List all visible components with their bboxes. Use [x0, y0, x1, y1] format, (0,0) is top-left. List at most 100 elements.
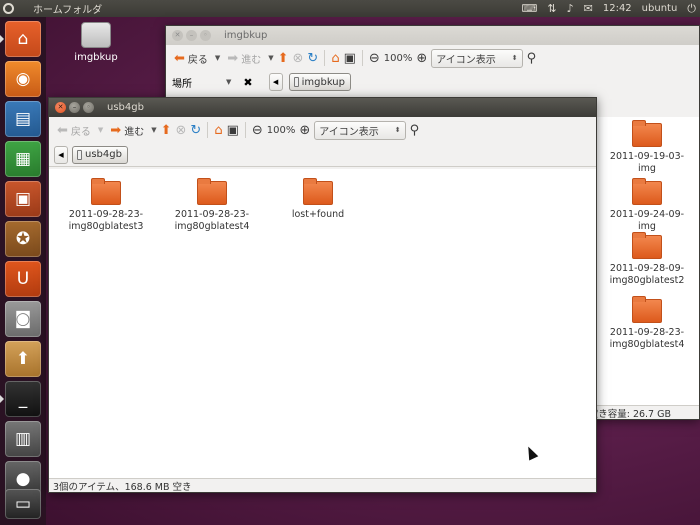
folder-item[interactable]: 2011-09-28-23- img80gblatest3 — [61, 178, 151, 233]
launcher-writer-icon[interactable]: ▤ — [5, 101, 41, 137]
folder-icon — [303, 178, 333, 205]
launcher-firefox-icon[interactable]: ◉ — [5, 61, 41, 97]
ubuntu-logo-icon[interactable] — [0, 0, 17, 17]
path-bar: ◀ usb4gb — [49, 143, 596, 167]
home-icon[interactable]: ⌂ — [214, 124, 222, 137]
places-select[interactable]: 場所 ▼ — [172, 75, 231, 90]
close-button[interactable]: ✕ — [172, 30, 183, 41]
titlebar[interactable]: ✕ – ◦ imgbkup — [166, 26, 699, 45]
zoom-in-icon[interactable]: ⊕ — [416, 52, 427, 65]
active-app-title: ホームフォルダ — [33, 5, 103, 16]
minimize-button[interactable]: – — [69, 102, 80, 113]
separator — [244, 122, 246, 138]
launcher: ⌂ ◉ ▤ ▦ ▣ ✪ U ◙ ⬆ _ ▥ ● ▭ — [0, 17, 46, 525]
folder-icon — [632, 120, 662, 147]
computer-icon[interactable]: ▣ — [227, 124, 239, 137]
launcher-terminal-icon[interactable]: _ — [5, 381, 41, 417]
places-bar: 場所 ▼ ✖ ◀ imgbkup — [166, 71, 699, 93]
launcher-impress-icon[interactable]: ▣ — [5, 181, 41, 217]
volume-icon[interactable]: ♪ — [567, 2, 574, 15]
file-view[interactable]: 2011-09-28-23- img80gblatest3 2011-09-28… — [49, 169, 596, 478]
folder-label-line1: 2011-09-28-23- — [68, 209, 144, 220]
search-icon[interactable]: ⚲ — [410, 124, 420, 137]
statusbar: 3個のアイテム、168.6 MB 空き — [49, 478, 596, 493]
forward-history-dropdown[interactable]: ▼ — [268, 54, 273, 62]
launcher-workspace-switcher-icon[interactable]: ▥ — [5, 421, 41, 457]
back-button[interactable]: ⬅ 戻る — [171, 47, 211, 69]
view-mode-value: アイコン表示 — [436, 54, 496, 66]
user-menu[interactable]: ubuntu — [642, 3, 678, 14]
reload-icon[interactable]: ↻ — [190, 124, 201, 137]
folder-item[interactable]: 2011-09-19-03-img — [602, 120, 692, 175]
forward-history-dropdown[interactable]: ▼ — [151, 126, 156, 134]
back-label: 戻る — [187, 54, 208, 66]
zoom-out-icon[interactable]: ⊖ — [252, 124, 263, 137]
computer-icon[interactable]: ▣ — [344, 52, 356, 65]
stop-icon[interactable]: ⊗ — [176, 124, 187, 137]
close-button[interactable]: ✕ — [55, 102, 66, 113]
keyboard-icon[interactable]: ⌨ — [521, 2, 537, 15]
zoom-in-icon[interactable]: ⊕ — [299, 124, 310, 137]
folder-label-line1: 2011-09-28-23- — [609, 327, 685, 338]
breadcrumb-usb4gb[interactable]: usb4gb — [72, 145, 128, 164]
back-history-dropdown[interactable]: ▼ — [98, 126, 103, 134]
stop-icon[interactable]: ⊗ — [293, 52, 304, 65]
launcher-ubuntu-one-icon[interactable]: U — [5, 261, 41, 297]
up-arrow-icon[interactable]: ⬆ — [278, 52, 289, 65]
user-name: ubuntu — [641, 3, 678, 14]
forward-label: 進む — [241, 54, 262, 66]
titlebar[interactable]: ✕ – ◦ usb4gb — [49, 98, 596, 117]
search-icon[interactable]: ⚲ — [527, 52, 537, 65]
launcher-trash-icon[interactable]: ▭ — [5, 489, 41, 519]
up-arrow-icon[interactable]: ⬆ — [161, 124, 172, 137]
view-mode-value: アイコン表示 — [319, 126, 379, 138]
folder-item[interactable]: 2011-09-28-23- img80gblatest4 — [167, 178, 257, 233]
folder-label-line2: img80gblatest3 — [68, 221, 144, 232]
folder-item[interactable]: 2011-09-24-09-img — [602, 178, 692, 233]
folder-item[interactable]: 2011-09-28-23- img80gblatest4 — [602, 296, 692, 351]
breadcrumb-label: imgbkup — [301, 76, 345, 88]
free-space-status: 空き容量: 26.7 GB — [588, 408, 671, 420]
running-indicator — [0, 35, 4, 43]
zoom-out-icon[interactable]: ⊖ — [369, 52, 380, 65]
back-button[interactable]: ⬅ 戻る — [54, 119, 94, 141]
system-tray: ⌨ ⇅ ♪ ✉ 12:42 ubuntu ⏻ — [521, 0, 696, 17]
view-mode-select[interactable]: アイコン表示 ⬍ — [431, 48, 523, 68]
path-left-arrow[interactable]: ◀ — [54, 145, 68, 164]
top-panel: ホームフォルダ ⌨ ⇅ ♪ ✉ 12:42 ubuntu ⏻ — [0, 0, 700, 17]
chevron-down-icon: ▼ — [226, 78, 232, 86]
network-icon[interactable]: ⇅ — [547, 2, 556, 15]
folder-icon — [91, 178, 121, 205]
breadcrumb-label: usb4gb — [85, 149, 122, 160]
folder-label-line1: 2011-09-28-09- — [609, 263, 685, 274]
clock[interactable]: 12:42 — [603, 3, 632, 14]
desktop-drive-icon[interactable]: imgbkup — [70, 22, 122, 63]
maximize-button[interactable]: ◦ — [83, 102, 94, 113]
launcher-software-center-icon[interactable]: ✪ — [5, 221, 41, 257]
folder-item[interactable]: 2011-09-28-09- img80gblatest2 — [602, 232, 692, 287]
view-mode-select[interactable]: アイコン表示 ⬍ — [314, 120, 406, 140]
forward-arrow-icon: ➡ — [110, 122, 122, 138]
forward-button[interactable]: ➡ 進む — [107, 119, 147, 141]
close-sidebar-icon[interactable]: ✖ — [243, 76, 252, 89]
path-left-arrow[interactable]: ◀ — [268, 73, 283, 91]
forward-button[interactable]: ➡ 進む — [224, 47, 264, 69]
launcher-calc-icon[interactable]: ▦ — [5, 141, 41, 177]
mail-icon[interactable]: ✉ — [584, 2, 593, 15]
power-icon[interactable]: ⏻ — [687, 2, 696, 16]
breadcrumb-imgbkup[interactable]: imgbkup — [288, 73, 351, 91]
back-label: 戻る — [70, 126, 91, 138]
back-history-dropdown[interactable]: ▼ — [215, 54, 220, 62]
maximize-button[interactable]: ◦ — [200, 30, 211, 41]
places-label: 場所 — [172, 78, 192, 90]
launcher-camera-icon[interactable]: ◙ — [5, 301, 41, 337]
separator — [361, 50, 363, 66]
folder-icon — [632, 178, 662, 205]
home-icon[interactable]: ⌂ — [331, 52, 339, 65]
folder-item[interactable]: lost+found — [273, 178, 363, 221]
window-usb4gb[interactable]: ✕ – ◦ usb4gb ⬅ 戻る ▼ ➡ 進む ▼ ⬆ ⊗ ↻ ⌂ ▣ ⊖ 1… — [48, 97, 597, 493]
launcher-update-icon[interactable]: ⬆ — [5, 341, 41, 377]
reload-icon[interactable]: ↻ — [307, 52, 318, 65]
minimize-button[interactable]: – — [186, 30, 197, 41]
launcher-home-folder-icon[interactable]: ⌂ — [5, 21, 41, 57]
